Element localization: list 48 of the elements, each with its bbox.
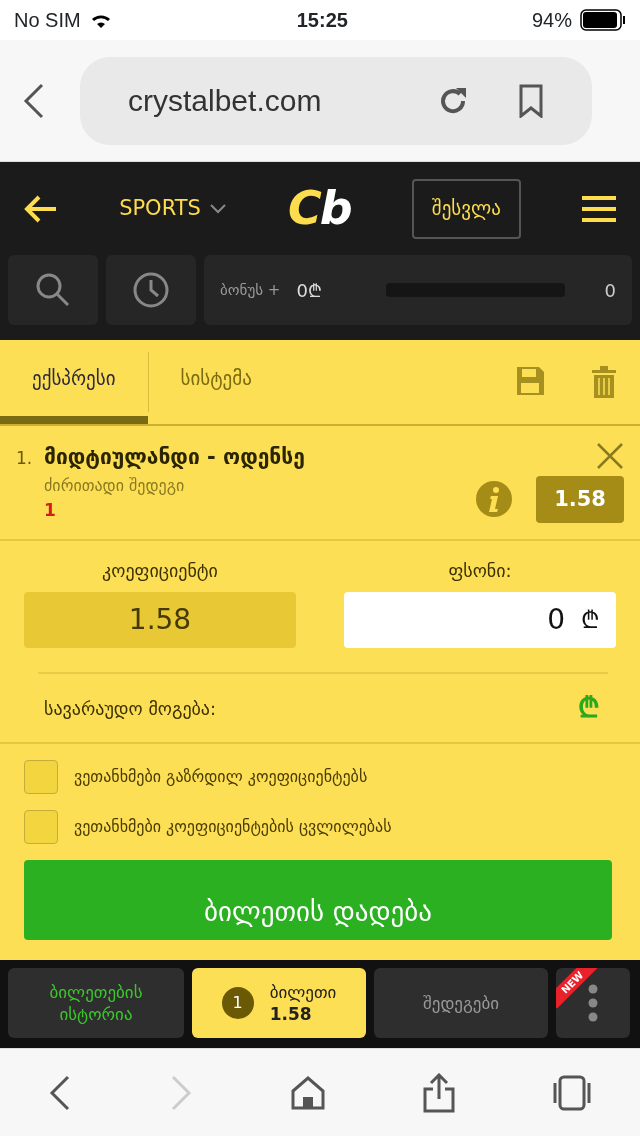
bonus-label: ბონუს + [220,279,281,301]
tabs-icon[interactable] [551,1074,592,1111]
pick-text: 1 [44,498,57,522]
match-name: მიდტიულანდი - ოდენსე [44,444,306,471]
tab[interactable]: სისტემა [148,340,284,424]
currency-text: ₾ [578,690,600,726]
stake-field[interactable]: 0 ₾ [344,592,616,648]
slip-odds: 1.58 [269,1003,313,1026]
slip-label: ბილეთი [269,980,337,1003]
address-bar[interactable]: crystalbet.com [80,56,592,145]
total-odds: 1.58 [24,592,296,648]
market-name: ძირითადი შედეგი [44,474,186,497]
url-text: crystalbet.com [128,83,322,119]
nav-tab[interactable]: 1 ბილეთი 1.58 [192,968,366,1038]
odds-label: კოეფიციენტი [101,559,219,583]
agreement-label: ვეთანხმები კოეფიციენტების ცვლილებას [74,816,392,838]
clock-text: 15:25 [296,8,348,33]
odds-badge: 1.58 [536,475,624,523]
menu-icon[interactable] [582,194,616,223]
login-button[interactable]: შესვლა [411,178,521,239]
more-icon [588,983,598,1023]
checkbox[interactable] [24,810,58,844]
back-arrow-icon[interactable] [24,193,58,224]
nav-tab[interactable]: შედეგები [374,968,548,1038]
bookmark-icon[interactable] [518,83,544,118]
clock-icon [133,272,169,308]
search-button[interactable] [8,255,98,325]
history-button[interactable] [106,255,196,325]
sports-dropdown[interactable]: SPORTS [119,192,227,225]
carrier-text: No SIM [14,8,81,33]
close-icon[interactable] [596,442,624,470]
share-icon[interactable] [422,1072,455,1113]
nav-tab[interactable]: ბილეთების ისტორია [8,968,184,1038]
battery-icon [580,9,626,31]
bonus-count: 0 [604,278,616,303]
logo[interactable]: Cb [288,174,351,243]
checkbox[interactable] [24,760,58,794]
agreement-label: ვეთანხმები გაზრდილ კოეფიციენტებს [74,766,368,788]
potential-win-label: სავარაუდო მოგება: [44,696,217,721]
search-icon [35,272,71,308]
home-icon[interactable] [290,1074,326,1111]
count-badge: 1 [221,987,254,1019]
tab[interactable]: ექსპრესი [0,340,148,424]
bonus-amount: 0₾ [296,278,322,303]
battery-text: 94% [531,8,572,33]
bet-number: 1. [16,447,34,470]
stake-label: ფსონი: [447,559,513,583]
chevron-down-icon [208,202,227,215]
